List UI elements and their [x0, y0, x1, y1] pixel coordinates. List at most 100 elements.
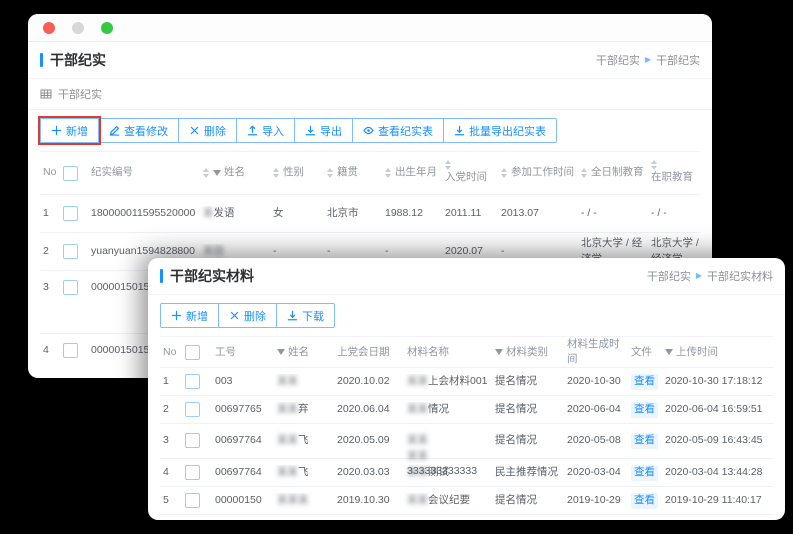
- sort-icon: [445, 160, 451, 170]
- cell-select: [182, 493, 212, 508]
- select-all-checkbox[interactable]: [185, 345, 200, 360]
- cell-no: 4: [160, 465, 182, 480]
- cell-text: 2020-10-30 17:18:12: [665, 374, 763, 389]
- add-button[interactable]: 新增: [40, 118, 99, 143]
- cell-select: [182, 402, 212, 417]
- column-header-party_join_date[interactable]: 入党时间: [442, 160, 498, 185]
- cell-no: 1: [40, 206, 60, 221]
- row-checkbox[interactable]: [185, 433, 200, 448]
- column-header-fulltime_education[interactable]: 全日制教育: [578, 165, 648, 180]
- cell-party_meeting_date: 2020.03.03: [334, 465, 404, 480]
- column-header-file: 文件: [628, 345, 662, 360]
- column-label: No: [43, 165, 56, 180]
- column-header-upload_time[interactable]: 上传时间: [662, 345, 774, 360]
- cell-name: 某某弃: [274, 402, 334, 417]
- redacted-text: 某某: [277, 465, 298, 480]
- cell-select: [60, 334, 88, 358]
- cell-material_type: 提名情况: [492, 374, 564, 389]
- view-edit-button[interactable]: 查看修改: [98, 118, 179, 143]
- cell-line: 某某: [407, 433, 489, 448]
- section-header: 干部纪实 干部纪实 ▶ 干部纪实: [28, 42, 712, 79]
- view-link[interactable]: 查看: [631, 374, 658, 389]
- row-checkbox[interactable]: [185, 402, 200, 417]
- import-button[interactable]: 导入: [236, 118, 295, 143]
- view-link[interactable]: 查看: [631, 433, 658, 448]
- view-link[interactable]: 查看: [631, 493, 658, 508]
- column-label: 姓名: [224, 165, 245, 180]
- cell-text: 1: [43, 206, 49, 221]
- cell-text: 003: [215, 374, 233, 389]
- cell-text: 提名情况: [495, 402, 537, 417]
- cell-gender: -: [270, 244, 324, 259]
- row-checkbox[interactable]: [185, 465, 200, 480]
- maximize-light[interactable]: [101, 22, 113, 34]
- add-button[interactable]: 新增: [160, 303, 219, 328]
- select-all-checkbox[interactable]: [63, 166, 78, 181]
- cell-material_type: 民主推荐情况: [492, 465, 564, 480]
- delete-button[interactable]: 删除: [218, 303, 277, 328]
- cell-text: 2: [163, 402, 169, 417]
- cell-name: 某某: [274, 374, 334, 389]
- batch-export-sheet-button[interactable]: 批量导出纪实表: [443, 118, 557, 143]
- sort-icon: [385, 168, 391, 178]
- column-header-name[interactable]: 姓名: [274, 345, 334, 360]
- column-header-gender[interactable]: 性别: [270, 165, 324, 180]
- column-header-name[interactable]: 姓名: [200, 165, 270, 180]
- cell-material_name: 某某上会材料001: [404, 374, 492, 389]
- cell-native_place: 北京市: [324, 206, 382, 221]
- plus-icon: [171, 310, 182, 321]
- column-header-material_type[interactable]: 材料类别: [492, 345, 564, 360]
- column-header-employee_id: 工号: [212, 345, 274, 360]
- export-icon: [305, 125, 316, 136]
- column-header-birth_date[interactable]: 出生年月: [382, 165, 442, 180]
- row-checkbox[interactable]: [63, 343, 78, 358]
- row-checkbox[interactable]: [63, 244, 78, 259]
- column-header-material_name: 材料名称: [404, 345, 492, 360]
- cell-text: 00697764: [215, 465, 262, 480]
- sort-icon: [273, 168, 279, 178]
- cell-text: -: [501, 244, 505, 259]
- cell-fulltime_education: - / -: [578, 206, 648, 221]
- row-checkbox[interactable]: [63, 280, 78, 295]
- cell-work_start_date: -: [498, 244, 578, 259]
- column-label: 入党时间: [445, 170, 487, 185]
- cell-text: 2020-03-04: [567, 465, 621, 480]
- row-checkbox[interactable]: [63, 206, 78, 221]
- button-label: 导出: [320, 123, 342, 139]
- column-label: 在职教育: [651, 170, 693, 185]
- breadcrumb-parent[interactable]: 干部纪实: [647, 268, 691, 284]
- cell-text: 测试: [428, 465, 449, 480]
- cell-file: 查看: [628, 493, 662, 508]
- cell-party_meeting_date: 2020.10.02: [334, 374, 404, 389]
- toolbar: 新增查看修改删除导入 导出查看纪实表批量导出纪实表: [28, 110, 712, 151]
- view-record-sheet-button[interactable]: 查看纪实表: [352, 118, 444, 143]
- cell-upload_time: 2020-10-30 17:18:12: [662, 374, 774, 389]
- cell-text: 北京市: [327, 206, 359, 221]
- row-checkbox[interactable]: [185, 493, 200, 508]
- column-header-select[interactable]: [60, 166, 88, 181]
- row-checkbox[interactable]: [185, 374, 200, 389]
- cell-text: 飞: [298, 465, 309, 480]
- breadcrumb-parent[interactable]: 干部纪实: [596, 52, 640, 68]
- delete-button[interactable]: 删除: [178, 118, 237, 143]
- close-light[interactable]: [43, 22, 55, 34]
- redacted-text: 某某: [407, 465, 428, 480]
- close-icon: [189, 125, 200, 136]
- table-row: 1180000011595520000某发语女北京市1988.122011.11…: [40, 195, 700, 233]
- cell-text: -: [385, 244, 389, 259]
- column-header-native_place[interactable]: 籍贯: [324, 165, 382, 180]
- cell-employee_id: 00697764: [212, 424, 274, 448]
- view-link[interactable]: 查看: [631, 402, 658, 417]
- column-header-onjob_education[interactable]: 在职教育: [648, 160, 704, 185]
- minimize-light[interactable]: [72, 22, 84, 34]
- export-button[interactable]: 导出: [294, 118, 353, 143]
- download-button[interactable]: 下载: [276, 303, 335, 328]
- window-titlebar: [28, 14, 712, 42]
- cell-upload_time: 2020-06-04 16:59:51: [662, 402, 774, 417]
- cell-material_name: 某某测试: [404, 465, 492, 480]
- column-label: 上党会日期: [337, 345, 390, 360]
- view-link[interactable]: 查看: [631, 465, 658, 480]
- column-header-work_start_date[interactable]: 参加工作时间: [498, 165, 578, 180]
- column-header-select[interactable]: [182, 345, 212, 360]
- cell-text: - / -: [581, 206, 597, 221]
